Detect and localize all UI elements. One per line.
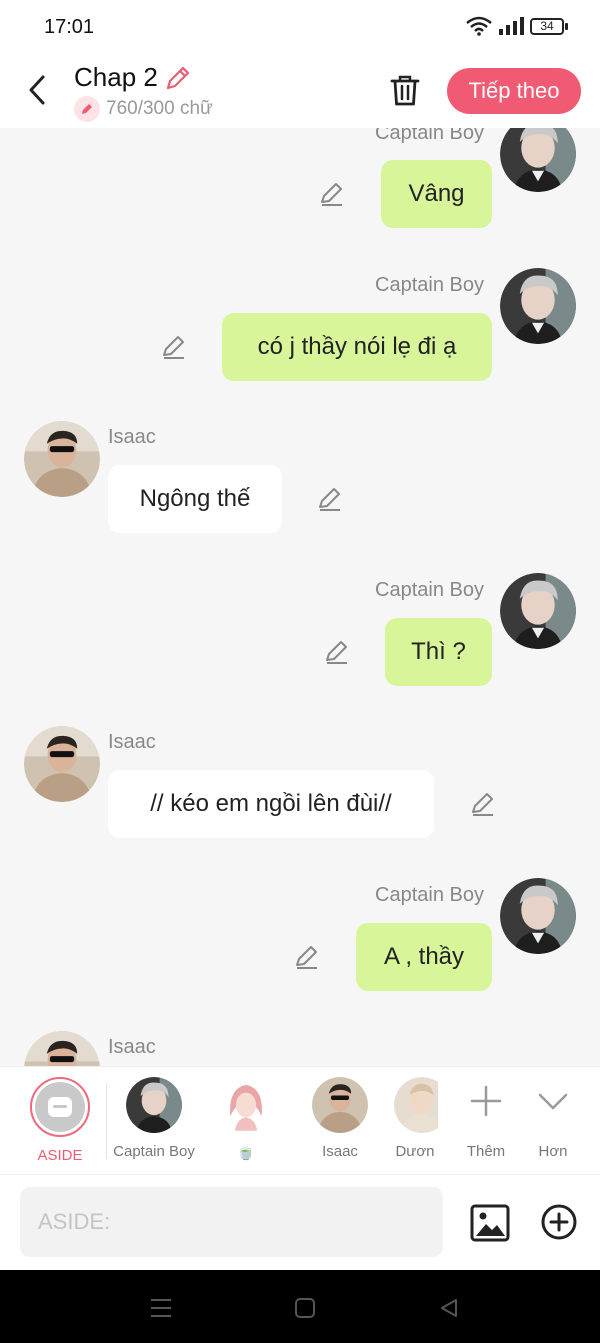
- edit-message-icon[interactable]: [160, 333, 188, 361]
- home-nav-button[interactable]: [291, 1294, 319, 1322]
- add-character-button[interactable]: Thêm: [462, 1077, 510, 1160]
- next-button[interactable]: Tiếp theo: [447, 68, 581, 114]
- avatar: [394, 1077, 438, 1133]
- edit-message-icon[interactable]: [293, 943, 321, 971]
- chat-area[interactable]: Captain Boy Vâng Captain Boy có j thầy n…: [0, 128, 600, 1066]
- message-author: Captain Boy: [375, 128, 484, 144]
- plus-circle-icon: [541, 1204, 577, 1240]
- signal-icon: [499, 17, 524, 35]
- triangle-back-icon: [441, 1299, 457, 1317]
- avatar-captain-boy: [500, 878, 576, 954]
- divider: [106, 1083, 107, 1159]
- add-button[interactable]: [540, 1203, 578, 1241]
- expand-button[interactable]: Hơn: [530, 1077, 576, 1160]
- word-count: 760/300 chữ: [106, 98, 213, 119]
- wifi-icon: [466, 16, 492, 36]
- character-label: Isaac: [322, 1143, 358, 1160]
- image-icon: [470, 1204, 510, 1242]
- word-count-row: 760/300 chữ: [74, 96, 213, 122]
- message-bubble[interactable]: Ngông thế: [108, 465, 282, 533]
- aside-icon: [48, 1097, 72, 1117]
- menu-icon: [151, 1299, 171, 1317]
- message-bubble[interactable]: Vâng: [381, 160, 492, 228]
- chevron-down-icon: [538, 1093, 568, 1110]
- message-author: Isaac: [108, 1036, 156, 1058]
- edit-message-icon[interactable]: [469, 790, 497, 818]
- message-bubble[interactable]: Thì ?: [385, 618, 492, 686]
- more-label: Thêm: [466, 1143, 506, 1160]
- trash-icon: [390, 75, 420, 106]
- edit-message-icon[interactable]: [318, 180, 346, 208]
- message-bubble[interactable]: // kéo em ngồi lên đùi//: [108, 770, 434, 838]
- battery-icon: 34: [530, 17, 568, 35]
- avatar-isaac: [24, 421, 100, 497]
- message-author: Isaac: [108, 426, 156, 448]
- avatar-captain-boy: [500, 128, 576, 192]
- edit-message-icon[interactable]: [316, 485, 344, 513]
- word-count-badge: [74, 96, 100, 122]
- edit-message-icon[interactable]: [323, 638, 351, 666]
- character-label: Dươn: [395, 1143, 435, 1160]
- message-bubble[interactable]: có j thầy nói lẹ đi ạ: [222, 313, 492, 381]
- composer: [0, 1174, 600, 1270]
- message-author: Captain Boy: [375, 884, 484, 906]
- avatar: [312, 1077, 368, 1133]
- message-input[interactable]: [20, 1187, 443, 1257]
- avatar: [126, 1077, 182, 1133]
- plus-icon: [470, 1085, 502, 1117]
- status-time: 17:01: [44, 16, 95, 38]
- message-bubble[interactable]: A , thầy: [356, 923, 492, 991]
- pencil-icon: [82, 104, 92, 114]
- avatar-isaac: [24, 1031, 100, 1066]
- message-author: Captain Boy: [375, 274, 484, 296]
- character-label: ASIDE: [37, 1147, 83, 1164]
- character-captain-boy[interactable]: Captain Boy: [113, 1077, 195, 1160]
- expand-label: Hơn: [538, 1143, 568, 1160]
- menu-nav-button[interactable]: [147, 1294, 175, 1322]
- edit-title-icon[interactable]: [164, 64, 192, 92]
- system-nav-bar: [0, 1270, 600, 1343]
- status-icons: 34: [466, 16, 568, 36]
- character-isaac[interactable]: Isaac: [312, 1077, 368, 1160]
- chevron-left-icon: [29, 75, 45, 105]
- status-bar: 17:01 34: [0, 0, 600, 52]
- avatar-captain-boy: [500, 268, 576, 344]
- avatar-isaac: [24, 726, 100, 802]
- character-selector: ASIDE Captain Boy 🍵 Isaac Dươn Thêm Hơn: [0, 1066, 600, 1174]
- character-duong[interactable]: Dươn: [392, 1077, 438, 1160]
- character-anime-girl[interactable]: 🍵: [218, 1077, 274, 1161]
- character-label: Captain Boy: [113, 1143, 195, 1160]
- avatar: [218, 1077, 274, 1133]
- battery-level: 34: [530, 17, 564, 35]
- home-icon: [295, 1298, 315, 1318]
- header: Chap 2 760/300 chữ Tiếp theo: [0, 52, 600, 128]
- delete-button[interactable]: [386, 70, 424, 110]
- message-author: Captain Boy: [375, 579, 484, 601]
- insert-image-button[interactable]: [470, 1203, 510, 1243]
- character-aside[interactable]: ASIDE: [30, 1077, 90, 1164]
- back-nav-button[interactable]: [435, 1294, 463, 1322]
- title-row: Chap 2: [74, 62, 192, 93]
- avatar-captain-boy: [500, 573, 576, 649]
- message-author: Isaac: [108, 731, 156, 753]
- page-title: Chap 2: [74, 62, 158, 92]
- character-label: 🍵: [236, 1144, 256, 1161]
- aside-avatar: [30, 1077, 90, 1137]
- back-button[interactable]: [20, 70, 54, 110]
